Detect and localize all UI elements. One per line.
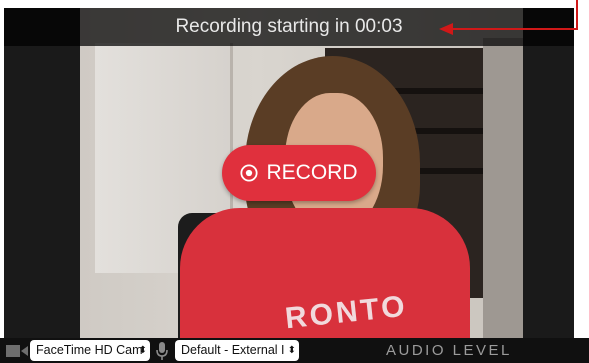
countdown-banner: Recording starting in 00:03 [4, 8, 574, 46]
video-preview: RONTO Recording starting in 00:03 RECORD [4, 8, 574, 338]
select-arrows-icon: ⬍ [287, 345, 296, 356]
annotation-line-horizontal [452, 28, 578, 30]
letterbox-left [4, 8, 80, 338]
annotation-line-vertical [576, 0, 578, 29]
letterbox-right [523, 8, 574, 338]
microphone-icon [156, 342, 168, 360]
video-camera-icon [6, 345, 28, 357]
background-wall [483, 38, 523, 338]
audio-level-label: AUDIO LEVEL [386, 342, 512, 359]
record-icon [240, 164, 259, 182]
select-arrows-icon: ⬍ [138, 345, 147, 356]
audio-select-value: Default - External I [181, 343, 285, 357]
annotation-arrow-icon [439, 23, 453, 35]
controls-bar: FaceTime HD Cam ⬍ Default - External I ⬍… [0, 338, 589, 363]
audio-input-select[interactable]: Default - External I ⬍ [175, 340, 299, 361]
camera-select-value: FaceTime HD Cam [36, 343, 143, 357]
camera-select[interactable]: FaceTime HD Cam ⬍ [30, 340, 150, 361]
record-button-label: RECORD [266, 161, 358, 184]
record-button[interactable]: RECORD [222, 145, 376, 201]
